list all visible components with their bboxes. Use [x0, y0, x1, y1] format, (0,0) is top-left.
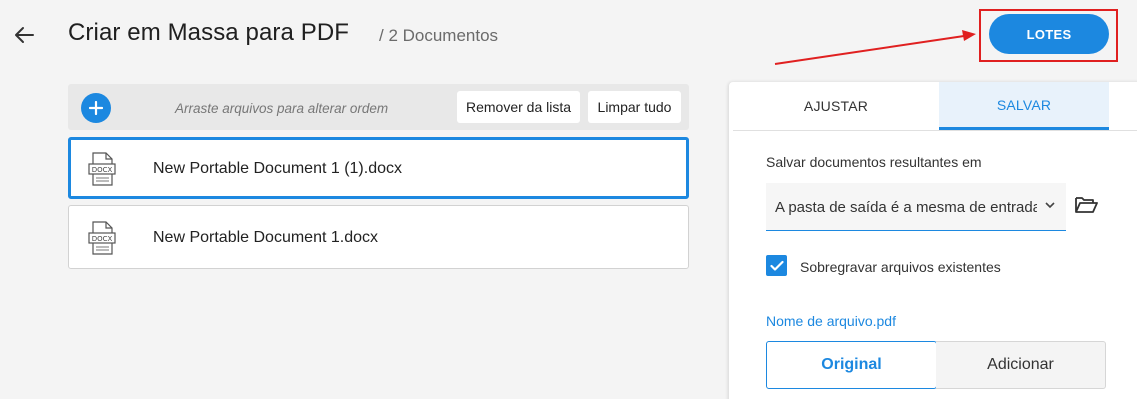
- remove-from-list-button[interactable]: Remover da lista: [457, 91, 580, 123]
- filename-original-option[interactable]: Original: [766, 341, 937, 389]
- lotes-button[interactable]: LOTES: [989, 14, 1109, 54]
- file-list-item[interactable]: DOCX New Portable Document 1 (1).docx: [68, 137, 689, 199]
- svg-text:DOCX: DOCX: [92, 166, 113, 174]
- svg-text:DOCX: DOCX: [92, 235, 113, 243]
- back-arrow-icon: [15, 27, 34, 43]
- add-file-button[interactable]: [81, 93, 111, 123]
- checkmark-icon: [769, 260, 784, 271]
- plus-icon: [89, 101, 103, 115]
- file-name: New Portable Document 1 (1).docx: [153, 160, 402, 177]
- document-count: / 2 Documentos: [379, 26, 499, 45]
- chevron-down-icon: [1045, 202, 1055, 209]
- drag-hint-text: Arraste arquivos para alterar ordem: [175, 101, 389, 116]
- overwrite-label: Sobregravar arquivos existentes: [800, 259, 1001, 275]
- page-title: Criar em Massa para PDF: [68, 19, 350, 46]
- overwrite-checkbox[interactable]: [766, 255, 787, 276]
- docx-file-icon: DOCX: [88, 152, 116, 186]
- browse-folder-button[interactable]: [1074, 195, 1100, 219]
- filename-label: Nome de arquivo.pdf: [766, 313, 896, 329]
- output-folder-value: A pasta de saída é a mesma de entrada: [775, 199, 1037, 216]
- file-list-item[interactable]: DOCX New Portable Document 1.docx: [68, 205, 689, 269]
- file-name: New Portable Document 1.docx: [153, 229, 378, 246]
- docx-file-icon: DOCX: [88, 221, 116, 255]
- output-folder-select[interactable]: A pasta de saída é a mesma de entrada: [766, 183, 1066, 231]
- tab-salvar[interactable]: SALVAR: [939, 82, 1109, 130]
- back-button[interactable]: [10, 22, 38, 48]
- settings-panel: AJUSTAR SALVAR Salvar documentos resulta…: [729, 82, 1137, 399]
- clear-all-button[interactable]: Limpar tudo: [588, 91, 681, 123]
- filename-add-option[interactable]: Adicionar: [936, 341, 1106, 389]
- file-list-toolbar: Arraste arquivos para alterar ordem Remo…: [68, 84, 689, 130]
- tabs-divider: [733, 130, 1137, 131]
- tab-ajustar[interactable]: AJUSTAR: [733, 82, 939, 130]
- save-location-label: Salvar documentos resultantes em: [766, 154, 982, 170]
- folder-open-icon: [1075, 197, 1098, 213]
